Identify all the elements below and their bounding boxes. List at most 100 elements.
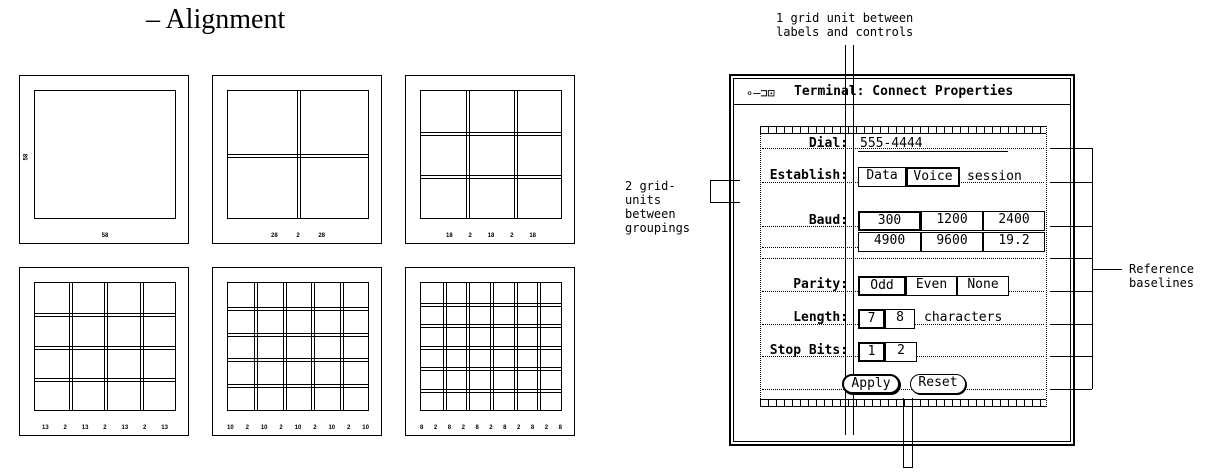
grid-unit-label: 8: [530, 425, 535, 431]
establish-data-option[interactable]: Data: [858, 167, 906, 187]
grid-column-gutter: [282, 283, 287, 410]
grid-row-gutter: [35, 377, 175, 382]
grid-row-gutter: [228, 332, 368, 337]
grid-panel-inner: [420, 282, 562, 411]
grid-unit-label: 18: [446, 233, 453, 239]
establish-voice-option[interactable]: Voice: [906, 167, 960, 187]
grid-panel-inner: [420, 90, 562, 219]
baud-label: Baud:: [808, 213, 848, 228]
baud-19200-option[interactable]: 19.2: [983, 232, 1045, 252]
parity-even-option[interactable]: Even: [906, 276, 957, 296]
grid-unit-label: 2: [245, 425, 249, 431]
grid-bottom-labels: 28 2 28: [271, 233, 325, 239]
baud-1200-option[interactable]: 1200: [921, 211, 983, 231]
grid-unit-label: 10: [362, 425, 369, 431]
stopbits-2-option[interactable]: 2: [885, 342, 917, 362]
grid-row-gutter: [228, 384, 368, 389]
grid-side-label: 58: [23, 153, 30, 161]
grid-row-gutter: [421, 175, 561, 179]
establish-suffix: session: [967, 169, 1022, 184]
grid-unit-label: 10: [227, 425, 234, 431]
grid-unit-label: 13: [42, 425, 49, 431]
annotation-top: 1 grid unit between labels and controls: [776, 11, 914, 39]
grid-unit-label: 2: [347, 425, 351, 431]
grid-column-gutter: [139, 283, 144, 410]
grid-row-gutter: [421, 388, 561, 393]
baseline: [762, 258, 1044, 259]
grid-unit-label: 2: [296, 233, 300, 239]
annotation-left: 2 grid- units between groupings: [625, 179, 691, 235]
grid-panel-inner: [34, 282, 176, 411]
grid-unit-label: 2: [433, 425, 438, 431]
grid-unit-label: 2: [468, 233, 472, 239]
grid-unit-label: 28: [318, 233, 325, 239]
baud-2400-option[interactable]: 2400: [983, 211, 1045, 231]
grid-unit-label: 2: [510, 233, 514, 239]
grid-bottom-labels: 58: [96, 233, 114, 239]
baud-4900-option[interactable]: 4900: [858, 232, 921, 252]
grid-unit-label: 2: [461, 425, 465, 431]
title-divider: [733, 104, 1071, 105]
baud-9600-option[interactable]: 9600: [921, 232, 983, 252]
grid-unit-label: 10: [294, 425, 302, 431]
bottom-grid-ruler: [760, 399, 1046, 407]
grid-bottom-labels: 18 2 18 2 18: [446, 233, 536, 239]
grid-unit-label: 58: [101, 233, 109, 239]
grid-unit-label: 18: [487, 233, 495, 239]
parity-odd-option[interactable]: Odd: [858, 276, 906, 296]
grid-row-gutter: [228, 153, 368, 158]
grid-unit-label: 8: [503, 425, 507, 431]
grid-panel-2: 28 2 28: [212, 75, 382, 244]
grid-column-gutter: [466, 91, 471, 218]
grid-unit-label: 8: [420, 425, 424, 431]
grid-bottom-labels: 8 2 8 2 8 2 8 2 8 2 8: [420, 425, 562, 431]
bracket-pointer: [1092, 269, 1122, 270]
dial-field[interactable]: 555-4444: [860, 136, 923, 151]
grid-unit-label: 28: [271, 233, 278, 239]
grid-unit-label: 2: [63, 425, 67, 431]
grid-bottom-labels: 13 2 13 2 13 2 13: [42, 425, 168, 431]
stopbits-1-option[interactable]: 1: [858, 342, 885, 362]
bottom-callout-base: [903, 467, 912, 468]
grid-unit-label: 2: [544, 425, 549, 431]
grid-unit-label: 18: [529, 233, 536, 239]
pushpin-icon[interactable]: ∘–⊐⊡: [746, 86, 775, 100]
reset-button[interactable]: Reset: [910, 374, 966, 394]
grid-unit-label: 8: [447, 425, 452, 431]
grid-panel-5: 10 2 10 2 10 2 10 2 10: [212, 267, 382, 436]
grid-column-gutter: [339, 283, 344, 410]
length-suffix: characters: [924, 310, 1003, 325]
dial-field-underline: [858, 151, 1008, 152]
apply-button[interactable]: Apply: [842, 374, 900, 394]
baseline: [762, 389, 1044, 390]
grid-unit-label: 2: [489, 425, 493, 431]
grid-panel-3: 18 2 18 2 18: [405, 75, 575, 244]
grid-unit-label: 13: [121, 425, 129, 431]
grid-panel-4: 13 2 13 2 13 2 13: [19, 267, 189, 436]
grid-panel-inner: [227, 282, 369, 411]
bracket-left-spine: [710, 180, 711, 202]
length-label: Length:: [793, 310, 848, 325]
length-8-option[interactable]: 8: [885, 309, 915, 329]
length-7-option[interactable]: 7: [858, 309, 885, 329]
grid-unit-label: 2: [517, 425, 521, 431]
grid-row-gutter: [228, 306, 368, 311]
grid-row-gutter: [228, 358, 368, 363]
grid-column-gutter: [311, 283, 316, 410]
grid-unit-label: 2: [103, 425, 107, 431]
dialog-title: Terminal: Connect Properties: [794, 84, 1014, 99]
baud-300-option[interactable]: 300: [858, 211, 921, 231]
stopbits-label: Stop Bits:: [769, 343, 848, 358]
grid-unit-label: 13: [161, 425, 168, 431]
parity-none-option[interactable]: None: [957, 276, 1009, 296]
dial-label: Dial:: [808, 136, 848, 151]
top-grid-ruler: [760, 126, 1046, 134]
grid-panel-inner: [227, 90, 369, 219]
grid-unit-label: 2: [279, 425, 283, 431]
grid-panel-inner: [34, 90, 176, 219]
grid-unit-label: 10: [260, 425, 268, 431]
grid-bottom-labels: 10 2 10 2 10 2 10 2 10: [227, 425, 369, 431]
grid-row-gutter: [421, 132, 561, 136]
parity-label: Parity:: [793, 277, 848, 292]
grid-unit-label: 10: [328, 425, 336, 431]
